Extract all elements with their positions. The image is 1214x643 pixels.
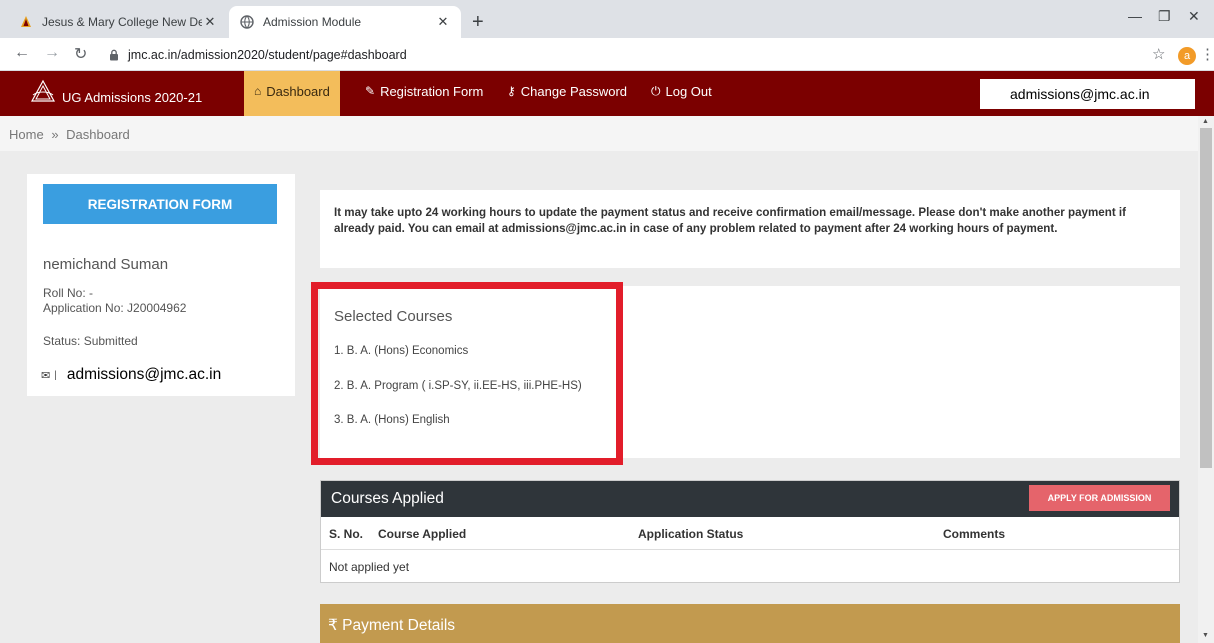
browser-menu-icon[interactable]: ⋮ <box>1200 45 1214 63</box>
power-icon: ⏻ <box>651 84 661 98</box>
application-status: Status: Submitted <box>43 334 138 348</box>
minimize-icon[interactable]: — <box>1128 8 1142 24</box>
apply-for-admission-button[interactable]: APPLY FOR ADMISSION <box>1029 485 1170 511</box>
url-text: jmc.ac.in/admission2020/student/page#das… <box>128 47 407 62</box>
nav-label: Registration Form <box>380 84 484 99</box>
roll-number: Roll No: - <box>43 286 94 300</box>
column-header-sno: S. No. <box>329 527 364 541</box>
empty-message: Not applied yet <box>329 560 410 574</box>
browser-tab-jmc[interactable]: Jesus & Mary College New Delhi ✕ <box>8 6 228 38</box>
tab-title: Admission Module <box>263 15 362 29</box>
home-icon: ⌂ <box>254 84 262 98</box>
header-email-overlay: admissions@jmc.ac.in <box>980 79 1195 109</box>
browser-tabstrip: Jesus & Mary College New Delhi ✕ Admissi… <box>0 0 1214 38</box>
application-number: Application No: J20004962 <box>43 301 187 315</box>
page-scrollbar[interactable]: ▲ ▼ <box>1198 116 1214 643</box>
reload-icon[interactable]: ↻ <box>74 44 87 64</box>
nav-change-password[interactable]: ⚷ Change Password <box>507 71 627 116</box>
breadcrumb-current: Dashboard <box>66 127 130 142</box>
restore-icon[interactable]: ❐ <box>1158 8 1171 25</box>
scroll-down-icon[interactable]: ▼ <box>1202 632 1209 639</box>
bookmark-star-icon[interactable]: ☆ <box>1152 45 1165 63</box>
column-header-comments: Comments <box>943 527 1006 541</box>
separator: | <box>54 369 57 381</box>
globe-icon <box>239 14 255 30</box>
courses-applied-panel: Courses Applied APPLY FOR ADMISSION S. N… <box>320 480 1180 583</box>
table-row: Not applied yet <box>321 550 1179 583</box>
college-logo-icon <box>30 79 56 102</box>
new-tab-button[interactable]: + <box>472 12 484 32</box>
key-icon: ⚷ <box>507 84 516 98</box>
scrollbar-thumb[interactable] <box>1200 128 1212 468</box>
sidebar-email-text: admissions@jmc.ac.in <box>66 366 222 383</box>
breadcrumb: Home » Dashboard <box>0 116 1198 151</box>
table-header: S. No. Course Applied Application Status… <box>321 517 1179 550</box>
address-bar[interactable]: jmc.ac.in/admission2020/student/page#das… <box>108 43 1108 66</box>
tab-title: Jesus & Mary College New Delhi <box>42 15 202 29</box>
profile-card: REGISTRATION FORM nemichand Suman Roll N… <box>27 174 295 396</box>
payment-details-header[interactable]: ₹ Payment Details <box>320 604 1180 643</box>
browser-tab-admission[interactable]: Admission Module ✕ <box>229 6 461 38</box>
tab-close-icon[interactable]: ✕ <box>202 14 218 30</box>
nav-label: Change Password <box>520 84 628 99</box>
payment-notice: It may take upto 24 working hours to upd… <box>320 190 1180 268</box>
column-header-status: Application Status <box>638 527 744 541</box>
profile-avatar[interactable]: a <box>1178 47 1196 65</box>
forward-icon[interactable]: → <box>44 44 60 62</box>
lock-icon <box>110 49 118 60</box>
jmc-favicon-icon <box>18 14 34 30</box>
breadcrumb-separator: » <box>51 127 59 142</box>
nav-registration-form[interactable]: ✎ Registration Form <box>365 71 483 116</box>
column-header-course: Course Applied <box>378 527 467 541</box>
browser-toolbar: ← → ↻ jmc.ac.in/admission2020/student/pa… <box>0 38 1214 71</box>
nav-label: Dashboard <box>266 84 330 99</box>
breadcrumb-home[interactable]: Home <box>9 127 44 142</box>
scroll-up-icon[interactable]: ▲ <box>1202 118 1209 125</box>
student-name: nemichand Suman <box>43 256 169 273</box>
brand[interactable]: UG Admissions 2020-21 <box>30 79 202 105</box>
courses-applied-header: Courses Applied APPLY FOR ADMISSION <box>321 481 1179 517</box>
back-icon[interactable]: ← <box>14 44 30 62</box>
highlight-box <box>311 282 623 465</box>
window-close-icon[interactable]: ✕ <box>1188 8 1200 25</box>
sidebar-email: ✉ | admissions@jmc.ac.in <box>41 366 221 384</box>
envelope-icon: ✉ <box>41 369 51 382</box>
nav-label: Log Out <box>665 84 712 99</box>
nav-log-out[interactable]: ⏻ Log Out <box>651 71 712 116</box>
registration-form-button[interactable]: REGISTRATION FORM <box>43 184 277 224</box>
tab-close-icon[interactable]: ✕ <box>435 14 451 30</box>
nav-dashboard[interactable]: ⌂ Dashboard <box>244 71 340 116</box>
edit-icon: ✎ <box>365 84 376 98</box>
courses-applied-title: Courses Applied <box>331 490 444 507</box>
brand-title: UG Admissions 2020-21 <box>62 89 203 105</box>
